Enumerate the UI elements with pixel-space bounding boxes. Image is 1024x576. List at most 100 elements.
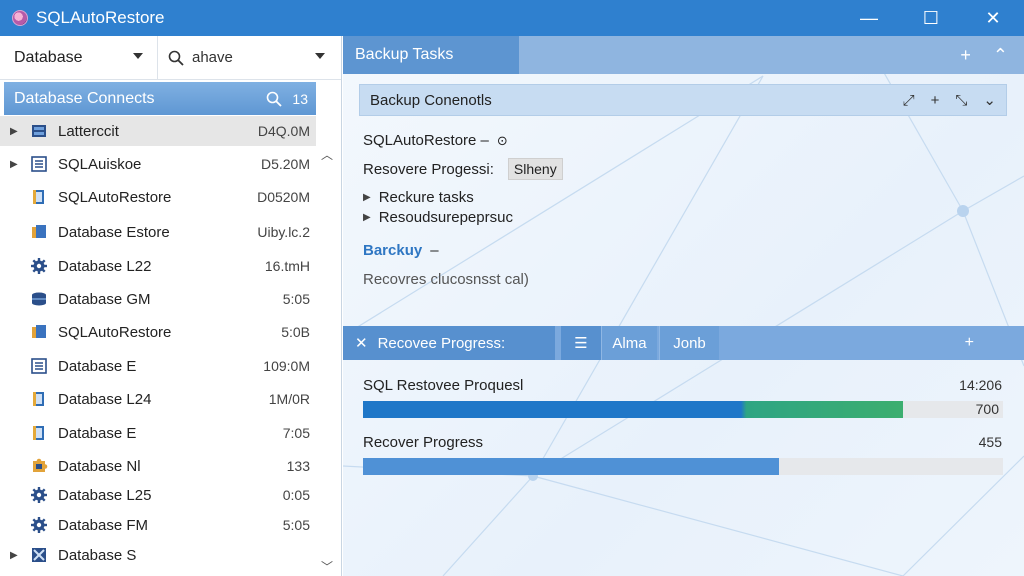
tab-jonb[interactable]: Jonb — [659, 326, 719, 360]
tree-item-label: Database Nl — [58, 457, 141, 475]
tree-item-size: 1M/0R — [268, 391, 310, 407]
tree-item-size: 133 — [286, 458, 310, 474]
tree-item-size: 5:05 — [282, 517, 310, 533]
tree-item-label: SQLAuiskoe — [58, 155, 142, 173]
tab-jonb-label: Jonb — [673, 334, 706, 352]
progress-label: Resovere Progessi: — [363, 160, 494, 178]
chevron-up-icon[interactable]: ︿ — [316, 144, 338, 164]
database-select[interactable]: Database — [0, 35, 158, 80]
tree-item-label: SQLAutoRestore — [58, 188, 172, 206]
chevron-down-icon[interactable] — [315, 52, 325, 59]
task-item-2[interactable]: ▶ Resoudsurepeprsuc — [363, 209, 513, 226]
tree-item[interactable]: Database FM 5:05 — [0, 510, 316, 540]
tree-item-label: Database GM — [58, 290, 151, 308]
tree-item[interactable]: SQLAutoRestore D0520M — [0, 182, 316, 212]
task-item-1[interactable]: ▶ Reckure tasks — [363, 189, 474, 206]
backup-tab-bar: Backup Tasks + ⌃ — [343, 36, 1024, 74]
tree-item[interactable]: ▶ Latterccit D4Q.0M — [0, 116, 316, 146]
list-icon: ☰ — [574, 335, 588, 352]
tab-recovee-progress[interactable]: ✕ Recovee Progress: — [343, 326, 555, 360]
progress-2-label: Recover Progress — [363, 434, 484, 451]
database-connects-header: Database Connects 13 — [4, 82, 316, 115]
expand-arrow-icon[interactable]: ▶ — [10, 159, 24, 170]
panel-title: Database Connects — [14, 89, 155, 107]
recover-line: Recovres clucosnsst cal) — [363, 271, 529, 288]
progress-bar-1: 700 — [363, 401, 1003, 418]
tab-alma[interactable]: Alma — [601, 326, 657, 360]
tree-item-label: Database E — [58, 357, 137, 375]
recover-text: Recovres clucosnsst cal) — [363, 271, 529, 288]
maximize-button[interactable]: ☐ — [900, 0, 962, 36]
search-icon — [168, 50, 184, 66]
backup-tab-label: Backup Tasks — [355, 46, 454, 63]
tools-icon — [30, 546, 48, 564]
expand-icon[interactable]: ⤢ — [903, 92, 915, 109]
backup-link-line: Barckuy – — [363, 242, 439, 259]
gear-icon — [30, 486, 48, 504]
tree-item-label: Database FM — [58, 516, 149, 534]
progress-bar-1-fill — [363, 401, 903, 418]
progress-2-value: 455 — [978, 434, 1002, 450]
tree-item-label: Database E — [58, 424, 137, 442]
expand-arrow-icon: ▶ — [363, 212, 371, 223]
collapse-icon[interactable]: ⤡ — [955, 92, 967, 109]
progress-1-secondary: 700 — [975, 401, 999, 417]
list-icon — [30, 155, 48, 173]
file-icon — [30, 188, 48, 206]
tree-item[interactable]: Database GM 5:05 — [0, 284, 316, 314]
tree-item-size: D4Q.0M — [257, 123, 310, 139]
backup-link[interactable]: Barckuy — [363, 242, 422, 259]
close-icon[interactable]: ✕ — [355, 334, 368, 352]
tree-item-size: D5.20M — [260, 156, 310, 172]
tree-item-label: SQLAutoRestore — [58, 323, 172, 341]
backup-connections-bar: Backup Conenotls ⤢ + ⤡ ⌄ — [359, 84, 1007, 116]
tree-item[interactable]: Database E 7:05 — [0, 418, 316, 448]
chevron-down-icon[interactable]: ﹀ — [316, 556, 338, 576]
plus-icon[interactable]: + — [960, 45, 971, 66]
tree-item[interactable]: Database Nl 133 — [0, 451, 316, 481]
tree-item-size: 5:05 — [282, 291, 310, 307]
expand-arrow-icon: ▶ — [363, 192, 371, 203]
connections-title: Backup Conenotls — [370, 91, 492, 109]
plus-icon[interactable]: + — [965, 326, 974, 360]
progress-bar-2-fill — [363, 458, 779, 475]
tree-item[interactable]: ▶ Database S — [0, 540, 316, 570]
app-logo-icon — [12, 10, 28, 26]
close-button[interactable]: ✕ — [962, 0, 1024, 36]
file-icon — [30, 390, 48, 408]
expand-arrow-icon[interactable]: ▶ — [10, 550, 24, 561]
gear-icon — [30, 257, 48, 275]
chevron-up-icon[interactable]: ⌃ — [993, 45, 1008, 66]
restore-line: SQLAutoRestore – ⊙ — [363, 132, 508, 149]
tree-item-size: 109:0M — [263, 358, 310, 374]
tree-item-size: 7:05 — [282, 425, 310, 441]
list-icon — [30, 357, 48, 375]
task-label-2: Resoudsurepeprsuc — [378, 209, 513, 226]
panel-header-icons: 13 — [266, 91, 308, 107]
search-input[interactable]: ahave — [158, 36, 341, 80]
progress-1-label: SQL Restovee Proquesl — [363, 377, 524, 394]
tree-item[interactable]: ▶ SQLAuiskoe D5.20M — [0, 149, 316, 179]
tree-scrollbar[interactable]: ︿ ﹀ — [316, 116, 338, 576]
tree-item-label: Database S — [58, 546, 137, 564]
progress-line: Resovere Progessi: Slheny — [363, 158, 563, 180]
status-badge[interactable]: Slheny — [507, 158, 563, 180]
tree-item[interactable]: Database L22 16.tmH — [0, 251, 316, 281]
tab-bar-icons: + ⌃ — [960, 36, 1008, 74]
tree-item-label: Database Estore — [58, 223, 170, 241]
tab-backup-tasks[interactable]: Backup Tasks — [343, 36, 519, 74]
tree-item-size: 5:0B — [281, 324, 310, 340]
tree-item[interactable]: Database L24 1M/0R — [0, 384, 316, 414]
tree-item[interactable]: Database E 109:0M — [0, 351, 316, 381]
plus-icon[interactable]: + — [931, 92, 940, 109]
minimize-button[interactable]: — — [838, 0, 900, 36]
search-icon[interactable] — [266, 91, 283, 107]
tree-item[interactable]: SQLAutoRestore 5:0B — [0, 317, 316, 347]
connections-toolbar: ⤢ + ⤡ ⌄ — [903, 85, 996, 115]
tree-item[interactable]: Database L25 0:05 — [0, 480, 316, 510]
expand-arrow-icon[interactable]: ▶ — [10, 126, 24, 137]
tab-list-view[interactable]: ☰ — [561, 326, 601, 360]
clock-icon[interactable]: ⊙ — [497, 133, 508, 149]
chevron-down-icon[interactable]: ⌄ — [983, 91, 996, 109]
tree-item[interactable]: Database Estore Uiby.lc.2 — [0, 217, 316, 247]
